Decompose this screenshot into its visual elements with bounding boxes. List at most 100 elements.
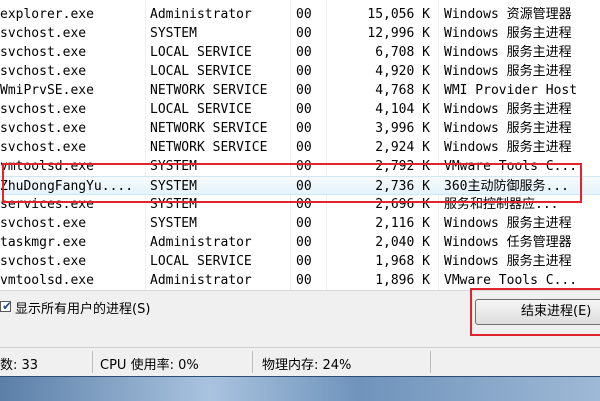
- table-row[interactable]: svchost.exe LOCAL SERVICE 00 4,104 K Windows…: [0, 100, 600, 119]
- table-row[interactable]: svchost.exe LOCAL SERVICE 00 1,968 K Windows…: [0, 252, 600, 271]
- cell-desc: Windows 服务主进程: [444, 216, 572, 231]
- cell-user: SYSTEM: [150, 179, 197, 194]
- cell-user: LOCAL SERVICE: [150, 102, 252, 117]
- table-row[interactable]: vmtoolsd.exe Administrator 00 1,896 K VMware…: [0, 271, 600, 290]
- cell-user: Administrator: [150, 235, 252, 250]
- cell-mem: 3,996 K: [375, 121, 430, 136]
- cell-cpu: 00: [296, 273, 312, 288]
- cell-cpu: 00: [296, 45, 312, 60]
- table-row[interactable]: services.exe SYSTEM 00 2,696 K 服务和控制器应...: [0, 195, 600, 214]
- cell-cpu: 00: [296, 26, 312, 41]
- table-row[interactable]: svchost.exe SYSTEM 00 2,116 K Windows 服务主进程: [0, 214, 600, 233]
- cell-desc: Windows 服务主进程: [444, 64, 572, 79]
- table-row[interactable]: taskmgr.exe Administrator 00 2,040 K Windows…: [0, 233, 600, 252]
- cell-mem: 6,708 K: [375, 45, 430, 60]
- cell-mem: 1,968 K: [375, 254, 430, 269]
- cell-user: SYSTEM: [150, 216, 197, 231]
- table-row[interactable]: explorer.exe Administrator 00 15,056 K Windo…: [0, 5, 600, 24]
- cell-name: svchost.exe: [0, 26, 87, 41]
- table-row[interactable]: WmiPrvSE.exe NETWORK SERVICE 00 4,768 K WMI …: [0, 81, 600, 100]
- cell-cpu: 00: [296, 121, 312, 136]
- cell-user: LOCAL SERVICE: [150, 64, 252, 79]
- table-row[interactable]: svchost.exe LOCAL SERVICE 00 6,708 K Windows…: [0, 43, 600, 62]
- cell-mem: 2,116 K: [375, 216, 430, 231]
- cell-cpu: 00: [296, 179, 312, 194]
- cell-user: LOCAL SERVICE: [150, 45, 252, 60]
- process-list[interactable]: explorer.exe Administrator 00 15,056 K Windo…: [0, 0, 600, 290]
- cell-cpu: 00: [296, 159, 312, 174]
- cell-desc: Windows 服务主进程: [444, 121, 572, 136]
- cell-cpu: 00: [296, 83, 312, 98]
- cell-user: Administrator: [150, 7, 252, 22]
- cell-user: SYSTEM: [150, 159, 197, 174]
- cell-mem: 2,924 K: [375, 140, 430, 155]
- cell-mem: 2,040 K: [375, 235, 430, 250]
- cell-cpu: 00: [296, 140, 312, 155]
- cell-cpu: 00: [296, 235, 312, 250]
- show-all-users-label: 显示所有用户的进程(S): [15, 302, 151, 317]
- cell-name: svchost.exe: [0, 216, 87, 231]
- cell-name: taskmgr.exe: [0, 235, 87, 250]
- cell-cpu: 00: [296, 7, 312, 22]
- cell-name: svchost.exe: [0, 45, 87, 60]
- cell-name: svchost.exe: [0, 102, 87, 117]
- status-divider: [430, 351, 431, 373]
- show-all-users-checkbox[interactable]: ✔: [0, 299, 13, 313]
- cell-cpu: 00: [296, 102, 312, 117]
- cell-cpu: 00: [296, 216, 312, 231]
- cell-name: svchost.exe: [0, 64, 87, 79]
- cell-mem: 2,696 K: [375, 197, 430, 212]
- cell-name: ZhuDongFangYu....: [0, 179, 134, 194]
- cell-name: svchost.exe: [0, 140, 87, 155]
- cell-cpu: 00: [296, 254, 312, 269]
- table-row[interactable]: vmtoolsd.exe SYSTEM 00 2,792 K VMware Tools …: [0, 157, 600, 176]
- cell-user: SYSTEM: [150, 197, 197, 212]
- cell-desc: Windows 任务管理器: [444, 235, 572, 250]
- status-bar: 数: 33 CPU 使用率: 0% 物理内存: 24%: [0, 347, 600, 377]
- cell-user: LOCAL SERVICE: [150, 254, 252, 269]
- cell-mem: 2,736 K: [375, 179, 430, 194]
- table-row[interactable]: ZhuDongFangYu.... SYSTEM 00 2,736 K 360主动防御服…: [0, 176, 600, 195]
- cell-user: NETWORK SERVICE: [150, 83, 268, 98]
- bottom-panel: ✔ 显示所有用户的进程(S) 结束进程(E): [0, 288, 600, 348]
- table-row[interactable]: svchost.exe LOCAL SERVICE 00 4,920 K Windows…: [0, 62, 600, 81]
- cell-desc: Windows 服务主进程: [444, 102, 572, 117]
- status-process-count: 数: 33: [0, 358, 39, 373]
- cell-user: SYSTEM: [150, 26, 197, 41]
- cell-mem: 15,056 K: [367, 7, 430, 22]
- cell-name: svchost.exe: [0, 254, 87, 269]
- table-row[interactable]: svchost.exe NETWORK SERVICE 00 3,996 K Windo…: [0, 119, 600, 138]
- cell-mem: 1,896 K: [375, 273, 430, 288]
- cell-user: Administrator: [150, 273, 252, 288]
- cell-mem: 4,920 K: [375, 64, 430, 79]
- cell-desc: Windows 资源管理器: [444, 7, 572, 22]
- checkmark-icon: ✔: [2, 299, 13, 313]
- cell-mem: 12,996 K: [367, 26, 430, 41]
- cell-name: svchost.exe: [0, 121, 87, 136]
- status-divider: [92, 351, 93, 373]
- cell-mem: 4,768 K: [375, 83, 430, 98]
- cell-cpu: 00: [296, 64, 312, 79]
- cell-name: services.exe: [0, 197, 94, 212]
- cell-name: vmtoolsd.exe: [0, 273, 94, 288]
- window-frame-bottom: [0, 376, 600, 401]
- cell-desc: Windows 服务主进程: [444, 140, 572, 155]
- cell-user: NETWORK SERVICE: [150, 140, 268, 155]
- cell-name: explorer.exe: [0, 7, 94, 22]
- table-row[interactable]: svchost.exe SYSTEM 00 12,996 K Windows 服务主进程: [0, 24, 600, 43]
- cell-desc: Windows 服务主进程: [444, 26, 572, 41]
- table-row[interactable]: svchost.exe NETWORK SERVICE 00 2,924 K Windo…: [0, 138, 600, 157]
- cell-cpu: 00: [296, 197, 312, 212]
- cell-desc: 360主动防御服务...: [444, 179, 569, 194]
- cell-name: vmtoolsd.exe: [0, 159, 94, 174]
- cell-desc: 服务和控制器应...: [444, 197, 559, 212]
- status-cpu-usage: CPU 使用率: 0%: [100, 358, 199, 373]
- cell-desc: VMware Tools C...: [444, 159, 578, 174]
- cell-desc: WMI Provider Host: [444, 83, 578, 98]
- cell-desc: Windows 服务主进程: [444, 254, 572, 269]
- cell-user: NETWORK SERVICE: [150, 121, 268, 136]
- cell-mem: 4,104 K: [375, 102, 430, 117]
- end-process-button[interactable]: 结束进程(E): [475, 299, 600, 325]
- status-memory: 物理内存: 24%: [262, 358, 352, 373]
- cell-desc: VMware Tools C...: [444, 273, 578, 288]
